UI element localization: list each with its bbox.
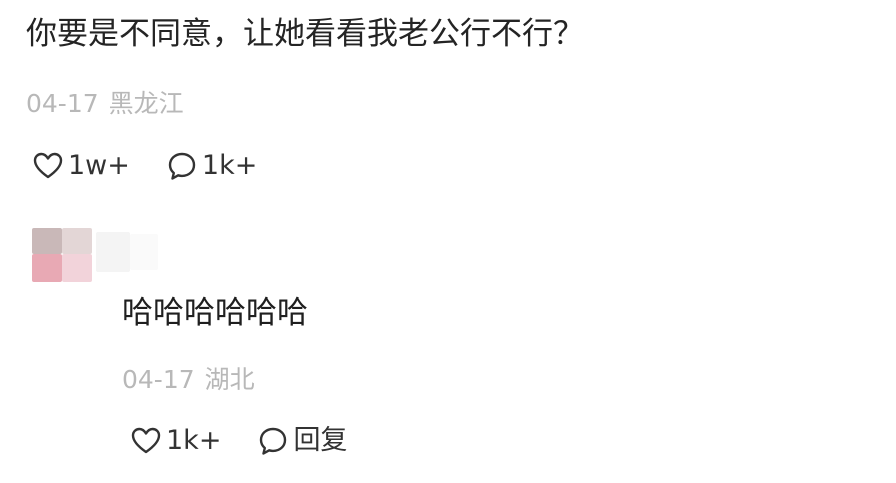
reply-text: 哈哈哈哈哈哈 [122,295,308,331]
reply-location: 湖北 [204,365,255,394]
like-count: 1w+ [68,150,130,181]
comment-meta: 04-17 黑龙江 [26,88,184,120]
avatar-pixel [62,228,92,254]
username-blur [130,234,158,270]
reply-actions: 1k+ 回复 [130,421,347,461]
reply-like-count: 1k+ [166,425,222,456]
speech-bubble-outline-icon [260,427,287,455]
reply-like-button[interactable]: 1k+ [130,425,221,457]
avatar-pixel [32,254,62,282]
reply-meta: 04-17 湖北 [122,364,255,396]
reply-button[interactable]: 回复 [257,425,347,457]
avatar-pixel [32,228,62,254]
like-button[interactable]: 1w+ [32,150,130,182]
comment-location: 黑龙江 [108,89,184,118]
avatar-pixel [62,254,92,282]
comment-count: 1k+ [201,150,258,181]
speech-bubble-outline-icon [168,152,196,180]
comment-button[interactable]: 1k+ [166,150,257,182]
reply-label: 回复 [293,425,348,456]
avatar[interactable] [30,228,160,284]
reply-date: 04-17 [122,365,195,394]
heart-outline-icon [131,427,161,454]
comment-date: 04-17 [26,89,99,118]
username-blur [96,232,130,272]
heart-outline-icon [33,152,63,179]
comment-text: 你要是不同意，让她看看我老公行不行？ [26,16,584,52]
comment-actions: 1w+ 1k+ [32,146,257,186]
